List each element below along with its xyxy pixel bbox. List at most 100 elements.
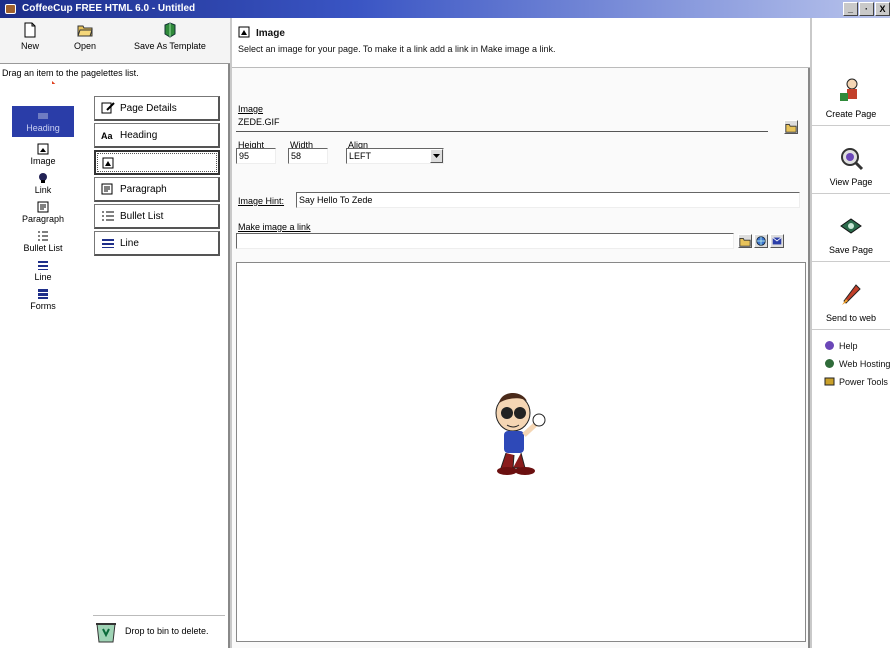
minimize-button[interactable]: _ bbox=[843, 2, 858, 16]
help-link[interactable]: Help bbox=[824, 340, 858, 351]
line-icon bbox=[38, 261, 48, 270]
pagelette-heading[interactable]: Aa Heading bbox=[94, 123, 220, 148]
view-page-icon bbox=[841, 148, 864, 171]
right-panel: Create Page View Page Save Page Send to … bbox=[812, 18, 890, 648]
type-link[interactable]: Link bbox=[12, 172, 74, 195]
pagelette-image[interactable] bbox=[94, 150, 220, 175]
send-to-web-label: Send to web bbox=[825, 313, 877, 323]
save-as-template-label: Save As Template bbox=[134, 41, 206, 51]
create-page-icon bbox=[840, 78, 858, 101]
type-line-label: Line bbox=[34, 272, 52, 282]
type-heading[interactable]: Heading bbox=[12, 106, 74, 137]
image-icon bbox=[102, 157, 114, 168]
align-dropdown-button[interactable] bbox=[430, 149, 443, 163]
link-web-icon[interactable] bbox=[754, 234, 768, 248]
left-panel: New Open Save As Template Drag an item t… bbox=[0, 18, 230, 648]
power-tools-link[interactable]: Power Tools bbox=[824, 376, 888, 387]
web-hosting-icon bbox=[825, 359, 834, 368]
svg-text:Aa: Aa bbox=[101, 131, 113, 141]
open-button[interactable]: Open bbox=[60, 18, 110, 62]
recycle-bin-icon bbox=[96, 622, 116, 642]
browse-folder-icon[interactable] bbox=[784, 120, 798, 134]
title-bar: CoffeeCup FREE HTML 6.0 - Untitled _ · X bbox=[0, 0, 890, 18]
heading-icon bbox=[38, 113, 48, 119]
type-link-label: Link bbox=[34, 185, 52, 195]
bullet-list-icon bbox=[102, 211, 114, 221]
save-page-label: Save Page bbox=[828, 245, 874, 255]
image-icon bbox=[238, 26, 250, 38]
type-line[interactable]: Line bbox=[12, 259, 74, 282]
help-icon bbox=[825, 341, 834, 350]
pagelette-line[interactable]: Line bbox=[94, 231, 220, 256]
type-forms-label: Forms bbox=[30, 301, 56, 311]
create-page-label: Create Page bbox=[825, 109, 877, 119]
height-input[interactable]: 95 bbox=[236, 148, 276, 164]
new-file-icon bbox=[24, 22, 36, 38]
maximize-button[interactable]: · bbox=[859, 2, 874, 16]
forms-icon bbox=[38, 289, 48, 299]
image-field[interactable]: ZEDE.GIF bbox=[236, 115, 768, 131]
delete-bin[interactable]: Drop to bin to delete. bbox=[93, 615, 225, 645]
send-to-web-button[interactable]: Send to web bbox=[812, 262, 890, 330]
save-as-template-button[interactable]: Save As Template bbox=[110, 18, 230, 62]
link-email-icon[interactable] bbox=[770, 234, 784, 248]
drag-hint: Drag an item to the pagelettes list. bbox=[2, 68, 139, 78]
paragraph-icon bbox=[101, 183, 113, 195]
chevron-down-icon bbox=[433, 154, 440, 158]
bin-label: Drop to bin to delete. bbox=[125, 625, 209, 636]
type-forms[interactable]: Forms bbox=[12, 288, 74, 311]
new-button[interactable]: New bbox=[0, 18, 60, 62]
save-page-button[interactable]: Save Page bbox=[812, 194, 890, 262]
new-label: New bbox=[20, 41, 39, 51]
type-paragraph-label: Paragraph bbox=[21, 214, 65, 224]
open-label: Open bbox=[73, 41, 97, 51]
editor-title: Image bbox=[256, 28, 285, 39]
image-hint-label: Image Hint: bbox=[238, 196, 285, 206]
web-hosting-label: Web Hosting bbox=[839, 358, 890, 369]
pagelette-label: Line bbox=[120, 237, 139, 249]
template-icon bbox=[164, 22, 176, 38]
pagelette-types: Heading Image Link Paragraph Bullet List… bbox=[12, 84, 74, 644]
link-icon bbox=[39, 173, 47, 183]
make-link-input[interactable] bbox=[236, 233, 734, 249]
save-page-icon bbox=[840, 218, 862, 234]
image-field-underline bbox=[236, 131, 768, 132]
toolbar: New Open Save As Template bbox=[0, 18, 230, 64]
page-details-icon bbox=[101, 102, 115, 114]
line-icon bbox=[102, 239, 114, 248]
window-title: CoffeeCup FREE HTML 6.0 - Untitled bbox=[22, 3, 196, 14]
help-label: Help bbox=[839, 340, 858, 351]
type-bullet-list-label: Bullet List bbox=[23, 243, 63, 253]
bullet-list-icon bbox=[38, 231, 48, 241]
pagelette-bullet-list[interactable]: Bullet List bbox=[94, 204, 220, 229]
app-icon bbox=[5, 4, 16, 14]
heading-icon: Aa bbox=[101, 131, 113, 141]
type-bullet-list[interactable]: Bullet List bbox=[12, 230, 74, 253]
width-input[interactable]: 58 bbox=[288, 148, 328, 164]
close-button[interactable]: X bbox=[875, 2, 890, 16]
image-label: Image bbox=[238, 104, 264, 114]
editor-description: Select an image for your page. To make i… bbox=[238, 44, 556, 54]
editor-header: Image Select an image for your page. To … bbox=[232, 18, 810, 68]
create-page-button[interactable]: Create Page bbox=[812, 58, 890, 126]
pagelette-page-details[interactable]: Page Details bbox=[94, 96, 220, 121]
view-page-label: View Page bbox=[829, 177, 873, 187]
power-tools-label: Power Tools bbox=[839, 376, 888, 387]
open-folder-icon bbox=[77, 25, 93, 37]
pagelette-label: Paragraph bbox=[120, 183, 167, 195]
web-hosting-link[interactable]: Web Hosting bbox=[824, 358, 890, 369]
make-link-label: Make image a link bbox=[238, 222, 311, 232]
editor-panel: Image Select an image for your page. To … bbox=[232, 18, 810, 648]
paragraph-icon bbox=[37, 201, 49, 213]
type-image[interactable]: Image bbox=[12, 143, 74, 166]
pagelettes-list: Page Details Aa Heading Paragraph Bullet… bbox=[94, 96, 220, 258]
image-hint-input[interactable]: Say Hello To Zede bbox=[296, 192, 800, 208]
type-heading-label: Heading bbox=[26, 123, 60, 133]
rocket-icon bbox=[842, 284, 861, 305]
link-folder-icon[interactable] bbox=[738, 234, 752, 248]
pagelette-label: Heading bbox=[120, 129, 158, 141]
pagelette-paragraph[interactable]: Paragraph bbox=[94, 177, 220, 202]
view-page-button[interactable]: View Page bbox=[812, 126, 890, 194]
type-paragraph[interactable]: Paragraph bbox=[12, 201, 74, 224]
type-image-label: Image bbox=[30, 156, 56, 166]
